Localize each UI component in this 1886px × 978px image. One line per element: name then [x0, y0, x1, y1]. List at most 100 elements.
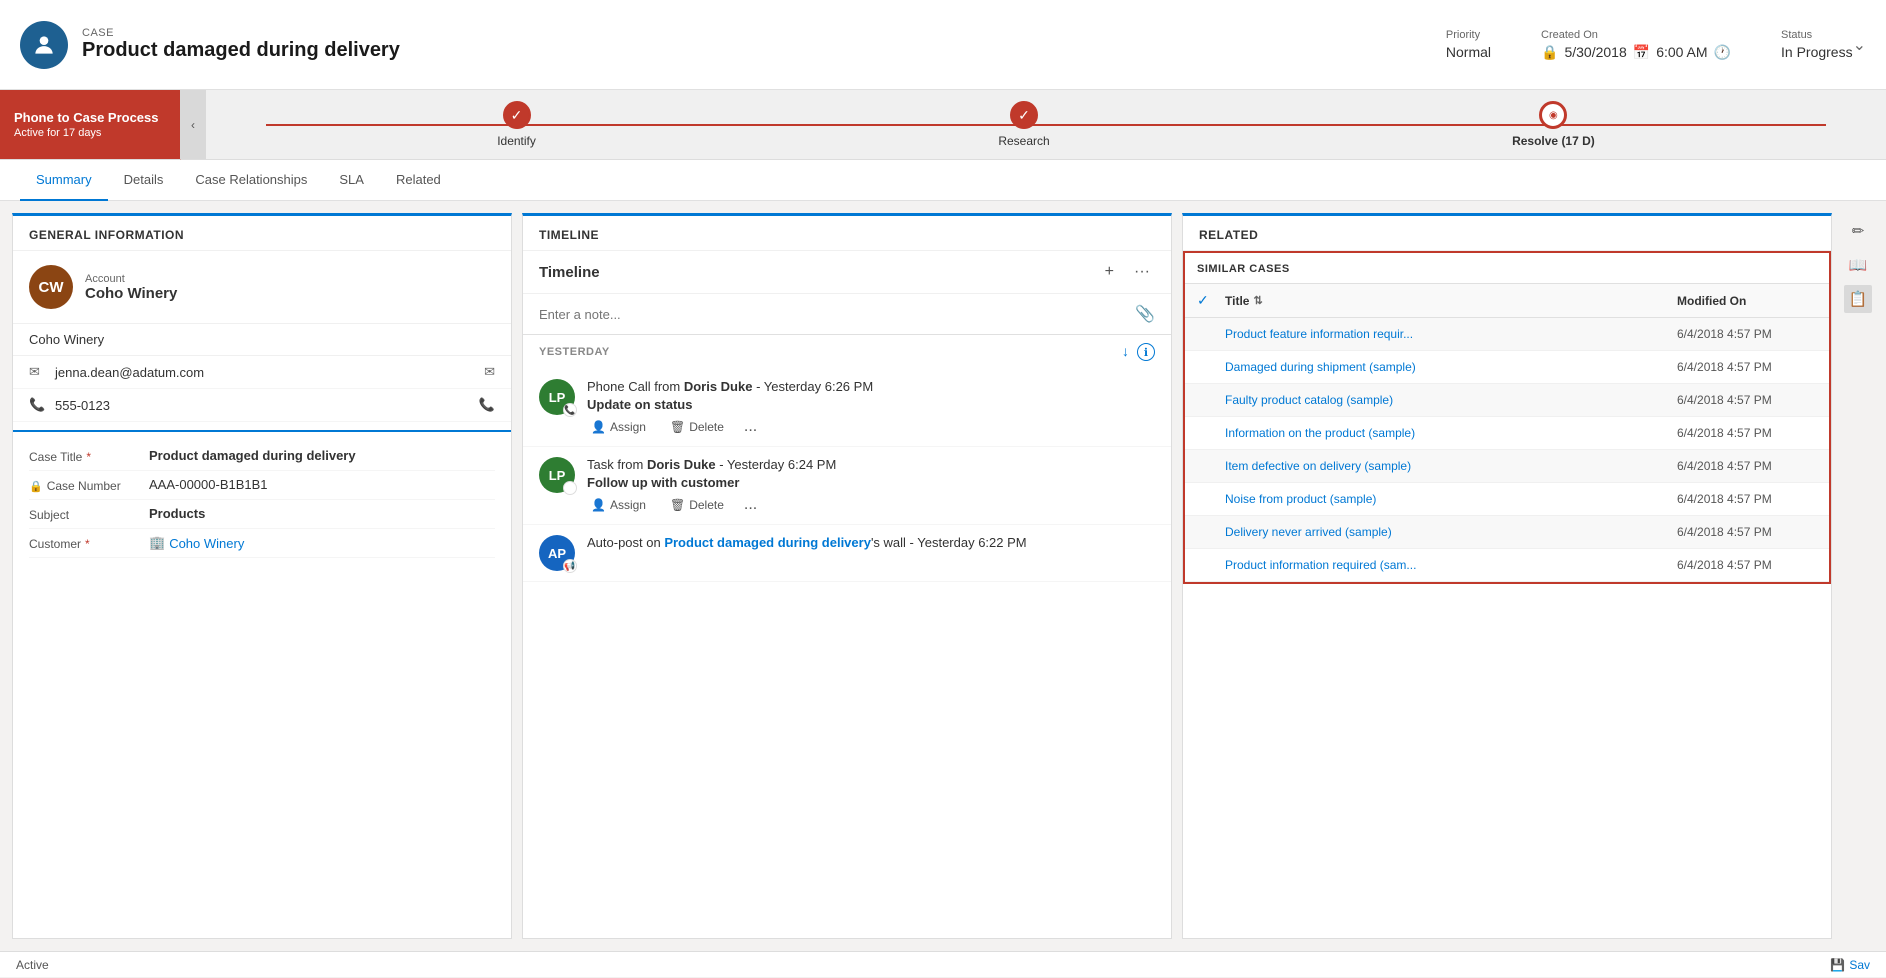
case-modified: 6/4/2018 4:57 PM [1677, 426, 1817, 440]
case-title[interactable]: Faulty product catalog (sample) [1225, 393, 1677, 407]
header-date-col[interactable]: Modified On [1677, 294, 1817, 308]
header-avatar [20, 21, 68, 69]
subject-value[interactable]: Products [149, 506, 495, 521]
lock-label-icon: 🔒 [29, 480, 43, 493]
case-title[interactable]: Noise from product (sample) [1225, 492, 1677, 506]
delete-button-2[interactable]: 🗑 Delete [666, 496, 728, 514]
post-badge-3: 📢 [563, 559, 577, 573]
process-label-box: Phone to Case Process Active for 17 days [0, 90, 180, 159]
timeline-more-button[interactable]: ··· [1129, 261, 1155, 283]
assign-button-2[interactable]: 👤 Assign [587, 496, 650, 514]
phone-row: 📞 555-0123 📞 [13, 389, 511, 422]
phone-badge-1: 📞 [563, 403, 577, 417]
timeline-item-title-2: Task from Doris Duke - Yesterday 6:24 PM [587, 457, 1155, 472]
case-title[interactable]: Item defective on delivery (sample) [1225, 459, 1677, 473]
customer-icon: 🏢 [149, 535, 165, 551]
info-icon[interactable]: ℹ [1137, 343, 1155, 361]
status-field: Status In Progress [1781, 29, 1853, 61]
process-step-identify[interactable]: ✓ Identify [497, 101, 536, 148]
subject-row: Subject Products [29, 500, 495, 529]
assign-icon-1: 👤 [591, 420, 606, 434]
header-title-col[interactable]: Title ⇅ [1225, 294, 1677, 308]
case-title-value[interactable]: Product damaged during delivery [149, 448, 495, 463]
research-circle: ✓ [1010, 101, 1038, 129]
copy-button[interactable]: 📋 [1844, 285, 1872, 313]
similar-case-row: Item defective on delivery (sample) 6/4/… [1185, 450, 1829, 483]
timeline-actions-2: 👤 Assign 🗑 Delete ... [587, 496, 1155, 514]
attach-icon[interactable]: 📎 [1135, 304, 1155, 324]
account-name[interactable]: Coho Winery [85, 285, 177, 302]
edit-button[interactable]: ✏ [1844, 217, 1872, 245]
process-bar: Phone to Case Process Active for 17 days… [0, 90, 1886, 160]
task-badge-2: ✓ [563, 481, 577, 495]
case-title-row: Case Title * Product damaged during deli… [29, 442, 495, 471]
case-title[interactable]: Product information required (sam... [1225, 558, 1677, 572]
tab-details[interactable]: Details [108, 160, 180, 201]
priority-label: Priority [1446, 29, 1491, 41]
similar-case-row: Delivery never arrived (sample) 6/4/2018… [1185, 516, 1829, 549]
case-modified: 6/4/2018 4:57 PM [1677, 492, 1817, 506]
process-step-research[interactable]: ✓ Research [998, 101, 1049, 148]
similar-case-row: Product information required (sam... 6/4… [1185, 549, 1829, 582]
priority-field: Priority Normal [1446, 29, 1491, 61]
customer-label: Customer * [29, 535, 149, 551]
header-chevron-icon[interactable]: ⌄ [1853, 35, 1866, 55]
timeline-body-2: Task from Doris Duke - Yesterday 6:24 PM… [587, 457, 1155, 514]
process-collapse-button[interactable]: ‹ [180, 90, 206, 159]
case-title[interactable]: Product feature information requir... [1225, 327, 1677, 341]
more-button-1[interactable]: ... [744, 418, 757, 436]
time-icon[interactable]: 🕐 [1714, 44, 1731, 61]
more-button-2[interactable]: ... [744, 496, 757, 514]
research-label: Research [998, 134, 1049, 148]
avatar-initials-3: AP [548, 546, 566, 561]
timeline-add-button[interactable]: + [1100, 261, 1119, 283]
timeline-note-input[interactable] [539, 307, 1125, 322]
account-standalone: Coho Winery [13, 324, 511, 356]
process-label-title: Phone to Case Process [14, 110, 166, 125]
status-label: Status [1781, 29, 1853, 41]
created-field: Created On 🔒 5/30/2018 📅 6:00 AM 🕐 [1541, 29, 1731, 61]
similar-case-row: Product feature information requir... 6/… [1185, 318, 1829, 351]
resolve-circle: ◉ [1539, 101, 1567, 129]
send-email-icon[interactable]: ✉ [484, 364, 495, 380]
book-button[interactable]: 📖 [1844, 251, 1872, 279]
similar-cases-title: SIMILAR CASES [1185, 253, 1829, 284]
call-icon[interactable]: 📞 [479, 397, 495, 413]
delete-icon-1: 🗑 [670, 420, 685, 434]
general-info-panel: GENERAL INFORMATION CW Account Coho Wine… [12, 213, 512, 939]
timeline-subtitle-1: Update on status [587, 397, 1155, 412]
similar-cases-box: SIMILAR CASES ✓ Title ⇅ Modified On Prod… [1183, 251, 1831, 584]
timeline-note-box: 📎 [523, 294, 1171, 335]
priority-value: Normal [1446, 44, 1491, 60]
tab-summary[interactable]: Summary [20, 160, 108, 201]
timeline-post-link[interactable]: Product damaged during delivery [664, 535, 871, 550]
case-title[interactable]: Information on the product (sample) [1225, 426, 1677, 440]
case-modified: 6/4/2018 4:57 PM [1677, 327, 1817, 341]
similar-case-row: Noise from product (sample) 6/4/2018 4:5… [1185, 483, 1829, 516]
case-title[interactable]: Delivery never arrived (sample) [1225, 525, 1677, 539]
tab-sla[interactable]: SLA [323, 160, 380, 201]
main-content: GENERAL INFORMATION CW Account Coho Wine… [0, 201, 1886, 951]
timeline-body-3: Auto-post on Product damaged during deli… [587, 535, 1155, 571]
assign-button-1[interactable]: 👤 Assign [587, 418, 650, 436]
similar-case-row: Damaged during shipment (sample) 6/4/201… [1185, 351, 1829, 384]
tab-case-relationships[interactable]: Case Relationships [179, 160, 323, 201]
sort-icon[interactable]: ⇅ [1253, 294, 1262, 307]
page-title: Product damaged during delivery [82, 39, 1386, 62]
case-title[interactable]: Damaged during shipment (sample) [1225, 360, 1677, 374]
timeline-date-icons: ↓ ℹ [1122, 343, 1155, 361]
timeline-body-1: Phone Call from Doris Duke - Yesterday 6… [587, 379, 1155, 436]
sort-down-icon[interactable]: ↓ [1122, 343, 1129, 361]
calendar-icon[interactable]: 📅 [1633, 44, 1650, 61]
case-number-value: AAA-00000-B1B1B1 [149, 477, 495, 492]
timeline-avatar-3: AP 📢 [539, 535, 575, 571]
general-info-title: GENERAL INFORMATION [13, 216, 511, 251]
delete-button-1[interactable]: 🗑 Delete [666, 418, 728, 436]
timeline-date-header: YESTERDAY ↓ ℹ [523, 335, 1171, 369]
customer-required: * [85, 537, 90, 551]
tab-related[interactable]: Related [380, 160, 457, 201]
save-button[interactable]: 💾 Sav [1830, 958, 1870, 972]
created-label: Created On [1541, 29, 1731, 41]
customer-value[interactable]: 🏢 Coho Winery [149, 535, 495, 551]
process-step-resolve[interactable]: ◉ Resolve (17 D) [1512, 101, 1595, 148]
